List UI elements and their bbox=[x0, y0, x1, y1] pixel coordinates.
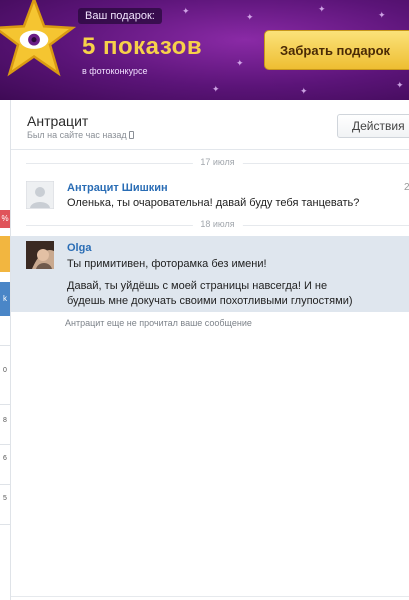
sparkle-icon: ✦ bbox=[236, 58, 244, 68]
star-eye-icon bbox=[0, 0, 77, 80]
sparkle-icon: ✦ bbox=[246, 12, 254, 22]
sparkle-icon: ✦ bbox=[318, 4, 326, 14]
actions-label: Действия bbox=[352, 119, 405, 133]
contact-name[interactable]: Антрацит bbox=[27, 113, 88, 129]
unread-notice: Антрацит еще не прочитал ваше сообщение bbox=[65, 318, 252, 328]
last-seen-text: Был на сайте час назад bbox=[27, 130, 127, 140]
sidebar-divider bbox=[0, 345, 10, 346]
last-seen-status: Был на сайте час назад bbox=[27, 130, 134, 140]
message-row[interactable]: Olga Ты примитивен, фоторамка без имени!… bbox=[11, 236, 409, 312]
message-author[interactable]: Olga bbox=[67, 242, 91, 254]
sidebar-count[interactable]: 8 bbox=[0, 417, 10, 424]
sparkle-icon: ✦ bbox=[396, 80, 404, 90]
actions-dropdown[interactable]: Действия ▼ bbox=[337, 114, 409, 138]
message-text: Ты примитивен, фоторамка без имени! bbox=[67, 258, 267, 270]
gift-label: Ваш подарок: bbox=[78, 8, 162, 24]
date-label: 18 июля bbox=[192, 219, 243, 229]
sidebar-badge-blue[interactable]: k bbox=[0, 282, 10, 316]
message-time: 2 bbox=[404, 182, 409, 193]
left-sidebar-strip: % k 0 8 6 5 bbox=[0, 100, 11, 600]
avatar[interactable] bbox=[26, 241, 54, 269]
sidebar-divider bbox=[0, 524, 10, 525]
date-separator: 18 июля bbox=[26, 219, 409, 231]
promo-banner: ✦ ✦ ✦ ✦ ✦ ✦ ✦ ✦ Ваш подарок: 5 показов в… bbox=[0, 0, 409, 100]
contest-label: в фотоконкурсе bbox=[82, 66, 148, 76]
phone-icon bbox=[128, 131, 134, 139]
sidebar-badge-red[interactable]: % bbox=[0, 210, 10, 228]
get-gift-button[interactable]: Забрать подарок bbox=[264, 30, 409, 70]
date-separator: 17 июля bbox=[26, 157, 409, 169]
avatar-placeholder-icon[interactable] bbox=[25, 180, 55, 210]
sparkle-icon: ✦ bbox=[212, 84, 220, 94]
sidebar-divider bbox=[0, 484, 10, 485]
message-row[interactable]: Антрацит Шишкин Оленька, ты очаровательн… bbox=[11, 175, 409, 215]
sidebar-divider bbox=[0, 444, 10, 445]
message-text: Давай, ты уйдёшь с моей страницы навсегд… bbox=[67, 280, 353, 307]
sidebar-count[interactable]: 0 bbox=[0, 367, 10, 374]
sparkle-icon: ✦ bbox=[378, 10, 386, 20]
divider bbox=[11, 596, 409, 597]
dialog-header: Антрацит Был на сайте час назад Действия… bbox=[11, 100, 409, 150]
gift-shows-count: 5 показов bbox=[82, 33, 203, 60]
sidebar-badge-yellow[interactable] bbox=[0, 236, 10, 272]
message-author[interactable]: Антрацит Шишкин bbox=[67, 182, 168, 194]
message-text: Оленька, ты очаровательна! давай буду те… bbox=[67, 197, 360, 209]
date-label: 17 июля bbox=[192, 157, 243, 167]
sidebar-divider bbox=[0, 404, 10, 405]
sparkle-icon: ✦ bbox=[300, 86, 308, 96]
sidebar-count[interactable]: 5 bbox=[0, 495, 10, 502]
sparkle-icon: ✦ bbox=[182, 6, 190, 16]
sidebar-count[interactable]: 6 bbox=[0, 455, 10, 462]
